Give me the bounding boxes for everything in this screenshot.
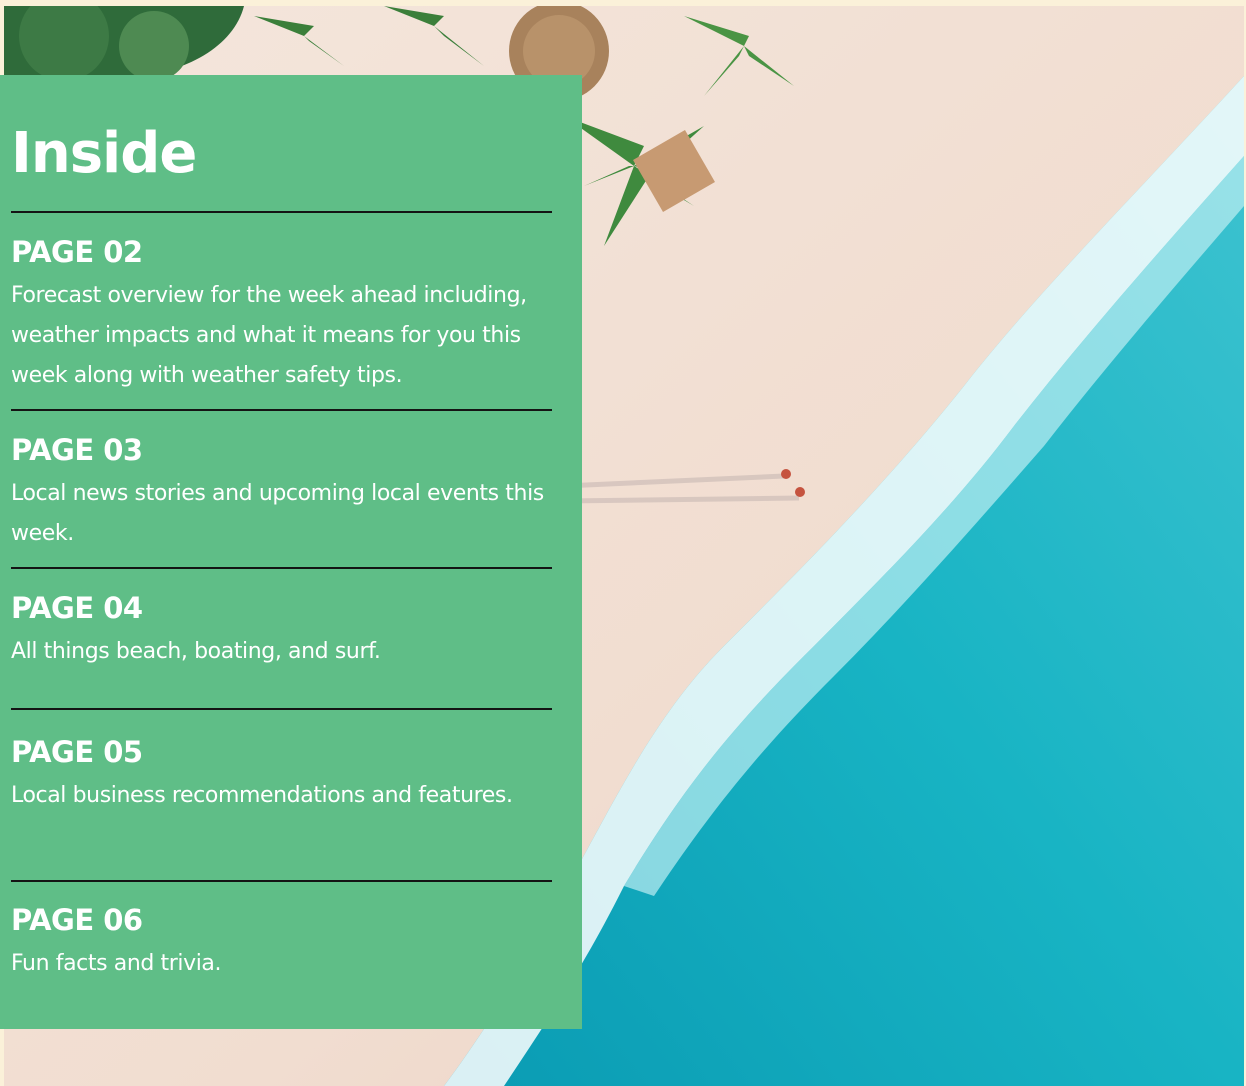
- section-page-02-heading: PAGE 02: [11, 235, 143, 269]
- section-page-04-description: All things beach, boating, and surf.: [11, 639, 381, 664]
- section-page-06-description: Fun facts and trivia.: [11, 951, 222, 976]
- section-divider: [11, 211, 552, 213]
- section-page-06-heading: PAGE 06: [11, 903, 143, 937]
- section-divider: [11, 880, 552, 882]
- section-page-03-description: Local news stories and upcoming local ev…: [11, 481, 544, 546]
- section-divider: [11, 409, 552, 411]
- section-page-02-description: Forecast overview for the week ahead inc…: [11, 283, 527, 388]
- section-page-04-heading: PAGE 04: [11, 591, 143, 625]
- section-divider: [11, 567, 552, 569]
- section-divider: [11, 708, 552, 710]
- panel-title: Inside: [11, 121, 197, 186]
- section-page-05-description: Local business recommendations and featu…: [11, 783, 513, 808]
- section-page-05-heading: PAGE 05: [11, 735, 143, 769]
- section-page-03-heading: PAGE 03: [11, 433, 143, 467]
